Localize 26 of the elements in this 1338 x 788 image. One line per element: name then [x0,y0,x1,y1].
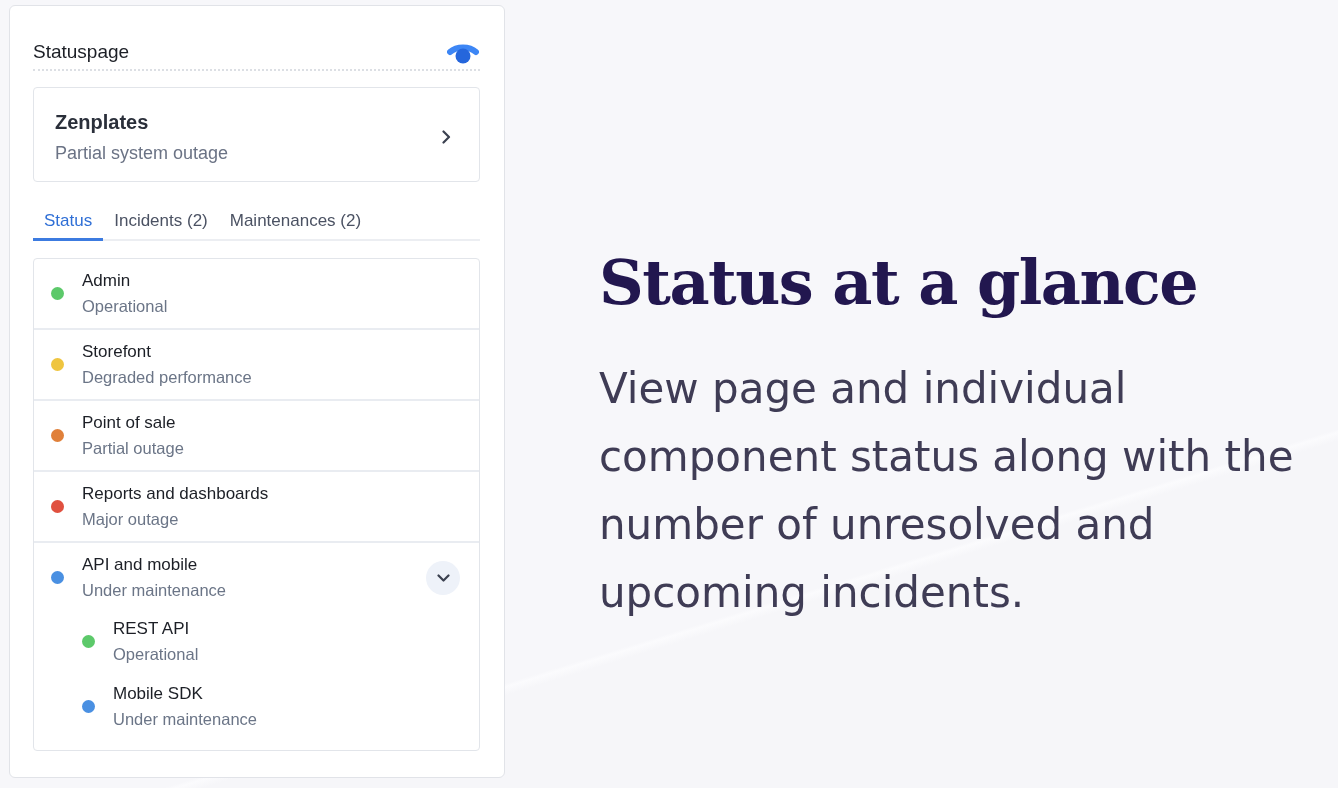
panel-title: Statuspage [33,40,130,64]
component-status: Under maintenance [113,709,258,729]
component-status: Operational [113,644,200,664]
tab[interactable]: Maintenances (2) [218,203,373,241]
chevron-icon [436,573,450,582]
component-status: Partial outage [82,438,185,458]
page-name: Zenplates [55,110,150,135]
page-summary-card[interactable]: Zenplates Partial system outage [33,87,480,182]
feature-description: View page and individual component status along with the number of unresolved and upcoming incidents. [599,363,1295,619]
component-name: Reports and dashboards [82,484,270,504]
expand-button[interactable] [426,560,460,595]
component-name: REST API [113,619,191,639]
component-status: Major outage [82,509,180,529]
component-name: Point of sale [82,413,177,433]
chevron-right-icon [442,130,451,144]
feature-heading: Status at a glance [599,245,1199,321]
component-status: Operational [82,296,169,316]
component-status: Under maintenance [82,580,227,600]
component-name: Storefont [82,342,152,362]
component-name: API and mobile [82,555,199,575]
tab[interactable]: Incidents (2) [103,203,219,241]
page-status: Partial system outage [55,142,229,165]
component-name: Admin [82,271,132,291]
component-name: Mobile SDK [113,684,204,704]
tab[interactable]: Status [33,203,104,241]
component-status: Degraded performance [82,367,253,387]
